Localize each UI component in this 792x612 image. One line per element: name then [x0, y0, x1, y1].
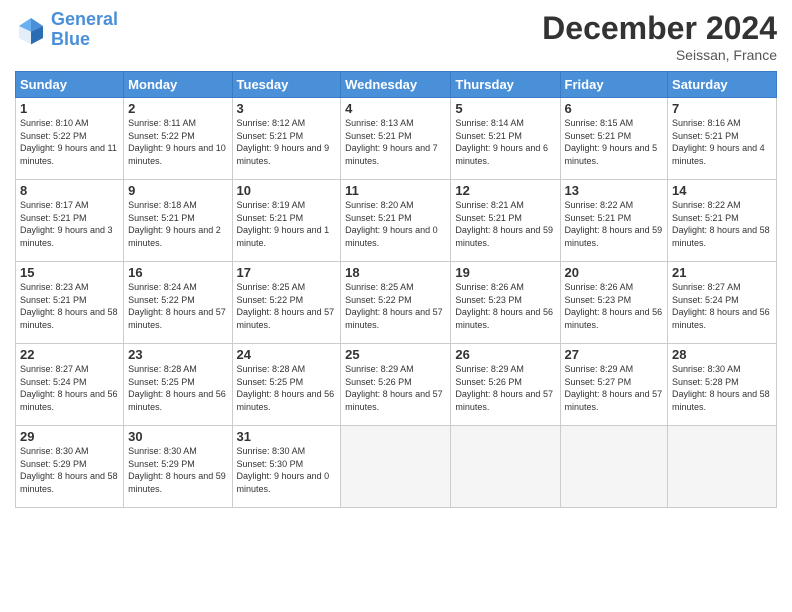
day-9: 9 Sunrise: 8:18 AMSunset: 5:21 PMDayligh…	[124, 180, 232, 262]
month-title: December 2024	[542, 10, 777, 47]
week-2: 8 Sunrise: 8:17 AMSunset: 5:21 PMDayligh…	[16, 180, 777, 262]
day-14: 14 Sunrise: 8:22 AMSunset: 5:21 PMDaylig…	[668, 180, 777, 262]
day-17: 17 Sunrise: 8:25 AMSunset: 5:22 PMDaylig…	[232, 262, 341, 344]
day-5: 5 Sunrise: 8:14 AMSunset: 5:21 PMDayligh…	[451, 98, 560, 180]
empty-cell-3	[560, 426, 668, 508]
header-saturday: Saturday	[668, 72, 777, 98]
day-6: 6 Sunrise: 8:15 AMSunset: 5:21 PMDayligh…	[560, 98, 668, 180]
header-thursday: Thursday	[451, 72, 560, 98]
page-container: General Blue December 2024 Seissan, Fran…	[0, 0, 792, 612]
day-31: 31 Sunrise: 8:30 AMSunset: 5:30 PMDaylig…	[232, 426, 341, 508]
day-2: 2 Sunrise: 8:11 AMSunset: 5:22 PMDayligh…	[124, 98, 232, 180]
logo-text: General Blue	[51, 10, 118, 50]
header-friday: Friday	[560, 72, 668, 98]
day-13: 13 Sunrise: 8:22 AMSunset: 5:21 PMDaylig…	[560, 180, 668, 262]
day-18: 18 Sunrise: 8:25 AMSunset: 5:22 PMDaylig…	[341, 262, 451, 344]
header-wednesday: Wednesday	[341, 72, 451, 98]
day-24: 24 Sunrise: 8:28 AMSunset: 5:25 PMDaylig…	[232, 344, 341, 426]
day-7: 7 Sunrise: 8:16 AMSunset: 5:21 PMDayligh…	[668, 98, 777, 180]
header-sunday: Sunday	[16, 72, 124, 98]
day-23: 23 Sunrise: 8:28 AMSunset: 5:25 PMDaylig…	[124, 344, 232, 426]
logo-icon	[15, 14, 47, 46]
week-5: 29 Sunrise: 8:30 AMSunset: 5:29 PMDaylig…	[16, 426, 777, 508]
day-16: 16 Sunrise: 8:24 AMSunset: 5:22 PMDaylig…	[124, 262, 232, 344]
day-30: 30 Sunrise: 8:30 AMSunset: 5:29 PMDaylig…	[124, 426, 232, 508]
day-26: 26 Sunrise: 8:29 AMSunset: 5:26 PMDaylig…	[451, 344, 560, 426]
logo-general: General	[51, 9, 118, 29]
week-1: 1 Sunrise: 8:10 AMSunset: 5:22 PMDayligh…	[16, 98, 777, 180]
week-4: 22 Sunrise: 8:27 AMSunset: 5:24 PMDaylig…	[16, 344, 777, 426]
page-header: General Blue December 2024 Seissan, Fran…	[15, 10, 777, 63]
header-monday: Monday	[124, 72, 232, 98]
day-20: 20 Sunrise: 8:26 AMSunset: 5:23 PMDaylig…	[560, 262, 668, 344]
day-3: 3 Sunrise: 8:12 AMSunset: 5:21 PMDayligh…	[232, 98, 341, 180]
day-27: 27 Sunrise: 8:29 AMSunset: 5:27 PMDaylig…	[560, 344, 668, 426]
day-25: 25 Sunrise: 8:29 AMSunset: 5:26 PMDaylig…	[341, 344, 451, 426]
title-block: December 2024 Seissan, France	[542, 10, 777, 63]
empty-cell-4	[668, 426, 777, 508]
day-28: 28 Sunrise: 8:30 AMSunset: 5:28 PMDaylig…	[668, 344, 777, 426]
day-15: 15 Sunrise: 8:23 AMSunset: 5:21 PMDaylig…	[16, 262, 124, 344]
header-tuesday: Tuesday	[232, 72, 341, 98]
logo: General Blue	[15, 10, 118, 50]
weekday-header-row: Sunday Monday Tuesday Wednesday Thursday…	[16, 72, 777, 98]
day-19: 19 Sunrise: 8:26 AMSunset: 5:23 PMDaylig…	[451, 262, 560, 344]
empty-cell-2	[451, 426, 560, 508]
day-21: 21 Sunrise: 8:27 AMSunset: 5:24 PMDaylig…	[668, 262, 777, 344]
day-12: 12 Sunrise: 8:21 AMSunset: 5:21 PMDaylig…	[451, 180, 560, 262]
week-3: 15 Sunrise: 8:23 AMSunset: 5:21 PMDaylig…	[16, 262, 777, 344]
day-4: 4 Sunrise: 8:13 AMSunset: 5:21 PMDayligh…	[341, 98, 451, 180]
calendar-table: Sunday Monday Tuesday Wednesday Thursday…	[15, 71, 777, 508]
day-22: 22 Sunrise: 8:27 AMSunset: 5:24 PMDaylig…	[16, 344, 124, 426]
logo-blue: Blue	[51, 29, 90, 49]
location: Seissan, France	[542, 47, 777, 63]
day-10: 10 Sunrise: 8:19 AMSunset: 5:21 PMDaylig…	[232, 180, 341, 262]
day-11: 11 Sunrise: 8:20 AMSunset: 5:21 PMDaylig…	[341, 180, 451, 262]
day-1: 1 Sunrise: 8:10 AMSunset: 5:22 PMDayligh…	[16, 98, 124, 180]
empty-cell-1	[341, 426, 451, 508]
day-29: 29 Sunrise: 8:30 AMSunset: 5:29 PMDaylig…	[16, 426, 124, 508]
day-8: 8 Sunrise: 8:17 AMSunset: 5:21 PMDayligh…	[16, 180, 124, 262]
